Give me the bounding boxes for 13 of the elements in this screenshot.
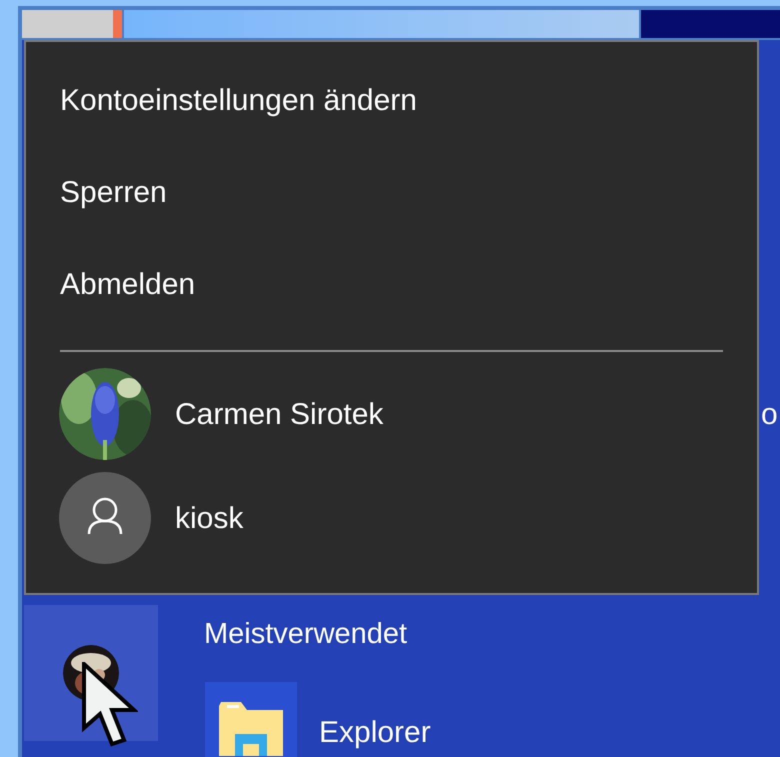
user-name[interactable]: Carmen Sirotek <box>175 392 384 436</box>
partial-text: o <box>761 400 778 430</box>
user-name[interactable]: kiosk <box>175 496 244 540</box>
section-heading: Meistverwendet <box>204 617 408 652</box>
accent-stripe <box>113 10 122 38</box>
folder-icon <box>219 700 283 756</box>
app-tile[interactable] <box>205 682 297 757</box>
app-label[interactable]: Explorer <box>319 710 431 754</box>
menu-item[interactable]: Abmelden <box>60 238 723 330</box>
mouse-cursor-icon <box>82 662 138 748</box>
menu-item[interactable]: Kontoeinstellungen ändern <box>60 54 723 146</box>
user-avatar-icon <box>59 472 151 564</box>
menu-item[interactable]: Sperren <box>60 146 723 238</box>
